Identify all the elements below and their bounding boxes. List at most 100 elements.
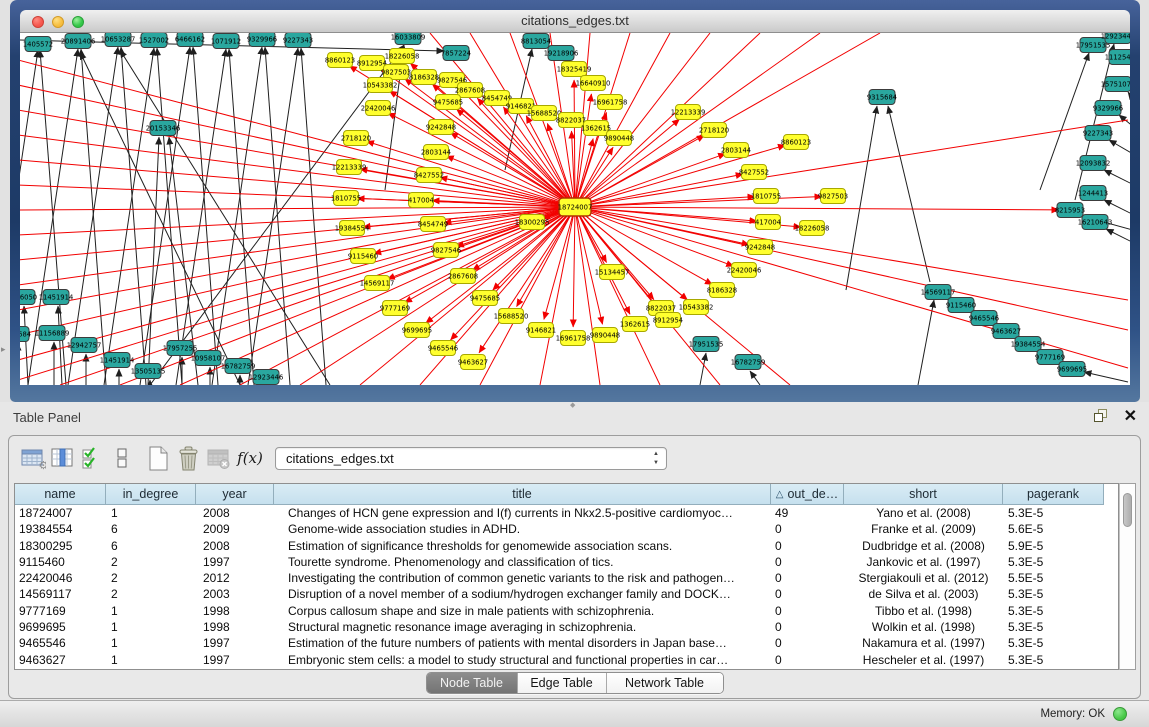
table-row[interactable]: 1872400712008Changes of HCN gene express… <box>15 505 1118 521</box>
tab-edge-table[interactable]: Edge Table <box>518 673 607 693</box>
graph-node[interactable]: 10653287 <box>101 33 136 47</box>
network-canvas[interactable]: 1405572208914061065328715270026466162107… <box>20 33 1130 385</box>
graph-edge[interactable] <box>20 207 575 210</box>
graph-edge[interactable] <box>265 47 290 385</box>
graph-node[interactable]: 17957255 <box>163 341 198 356</box>
tab-network-table[interactable]: Network Table <box>607 673 723 693</box>
graph-node[interactable]: 1244413 <box>1078 186 1108 201</box>
function-builder-button[interactable]: f(x) <box>233 449 267 467</box>
table-row[interactable]: 946362711997Embryonic stem cells: a mode… <box>15 652 1118 668</box>
graph-node[interactable]: 15134457 <box>595 265 630 280</box>
graph-node[interactable]: 16210643 <box>1078 215 1113 230</box>
table-row[interactable]: 977716911998Corpus callosum shape and si… <box>15 603 1118 619</box>
graph-node[interactable]: 8427552 <box>414 168 444 183</box>
graph-edge[interactable] <box>888 106 930 282</box>
graph-node[interactable]: 9890448 <box>604 131 634 146</box>
graph-node[interactable]: 9465546 <box>428 341 458 356</box>
graph-node[interactable]: 14569117 <box>360 276 395 291</box>
graph-node[interactable]: 9827503 <box>818 189 848 204</box>
graph-node[interactable]: 417004 <box>755 215 781 230</box>
graph-node[interactable]: 10543382 <box>363 78 398 93</box>
graph-node[interactable]: 16961758 <box>593 95 628 110</box>
graph-node[interactable]: 18300295 <box>515 215 550 230</box>
graph-node[interactable]: 1810755 <box>751 189 781 204</box>
graph-edge[interactable] <box>229 49 254 385</box>
graph-node[interactable]: 8215953 <box>1055 203 1085 218</box>
graph-node[interactable]: 12093832 <box>1076 156 1111 171</box>
graph-node[interactable]: 18325419 <box>557 62 592 77</box>
table-disabled-button[interactable] <box>203 444 233 472</box>
graph-node[interactable]: 12213339 <box>671 105 706 120</box>
graph-node[interactable]: 9465546 <box>969 311 999 326</box>
graph-edge[interactable] <box>575 154 726 207</box>
graph-node[interactable]: 19384554 <box>335 221 370 236</box>
table-row[interactable]: 1456911722003Disruption of a novel membe… <box>15 586 1118 602</box>
graph-edge[interactable] <box>80 52 240 385</box>
graph-edge[interactable] <box>846 106 877 290</box>
graph-node[interactable]: 16640910 <box>576 76 611 91</box>
column-header-year[interactable]: year <box>196 484 274 505</box>
graph-node[interactable]: 8813054 <box>521 34 551 49</box>
graph-node[interactable]: 2718120 <box>341 131 371 146</box>
graph-node[interactable]: 1405572 <box>23 37 53 52</box>
graph-node[interactable]: 2867608 <box>448 269 478 284</box>
graph-node[interactable]: 9315684 <box>20 327 31 342</box>
graph-node[interactable]: 9463627 <box>991 324 1021 339</box>
graph-edge[interactable] <box>120 50 330 385</box>
column-header-title[interactable]: title <box>274 484 771 505</box>
graph-edge[interactable] <box>1119 115 1130 132</box>
column-header-short[interactable]: short <box>844 484 1003 505</box>
graph-node[interactable]: 1362615 <box>620 317 650 332</box>
graph-edge[interactable] <box>918 300 934 385</box>
graph-edge[interactable] <box>20 207 575 235</box>
graph-edge[interactable] <box>575 207 1059 210</box>
scrollbar-thumb[interactable] <box>1123 493 1132 527</box>
graph-node[interactable]: 11451914 <box>39 290 74 305</box>
graph-node[interactable]: 12923446 <box>1101 33 1130 44</box>
graph-node[interactable]: 9475685 <box>433 95 463 110</box>
graph-node[interactable]: 15751074 <box>1101 77 1130 92</box>
graph-node[interactable]: 8912954 <box>653 313 683 328</box>
table-column-button[interactable] <box>47 444 77 472</box>
close-panel-icon[interactable]: ✕ <box>1124 406 1137 426</box>
graph-node[interactable]: 19218906 <box>544 46 579 61</box>
graph-node[interactable]: 8186328 <box>707 283 737 298</box>
graph-node[interactable]: 18226058 <box>385 49 420 64</box>
network-graph-svg[interactable]: 1405572208914061065328715270026466162107… <box>20 33 1130 385</box>
column-header-out_degree[interactable]: △out_de… <box>771 484 844 505</box>
graph-node[interactable]: 2803144 <box>721 143 751 158</box>
graph-edge[interactable] <box>24 306 28 385</box>
table-settings-button[interactable]: ⚙ <box>17 444 47 472</box>
table-row[interactable]: 1938455462009Genome-wide association stu… <box>15 521 1118 537</box>
graph-edge[interactable] <box>20 160 575 207</box>
graph-node[interactable]: 9227343 <box>283 33 313 48</box>
graph-node[interactable]: 9242848 <box>745 240 775 255</box>
graph-node[interactable]: 18226058 <box>795 221 830 236</box>
graph-node[interactable]: 9699695 <box>1057 362 1087 377</box>
table-row[interactable]: 1830029562008Estimation of significance … <box>15 538 1118 554</box>
graph-node[interactable]: 12942757 <box>67 338 102 353</box>
graph-node[interactable]: 20891406 <box>61 34 96 49</box>
new-document-button[interactable] <box>143 444 173 472</box>
graph-node[interactable]: 417004 <box>408 193 434 208</box>
graph-node[interactable]: 8186328 <box>409 70 439 85</box>
graph-node[interactable]: 9242848 <box>426 120 456 135</box>
graph-edge[interactable] <box>575 33 880 207</box>
graph-edge[interactable] <box>301 48 326 385</box>
graph-edge[interactable] <box>700 353 706 385</box>
graph-edge[interactable] <box>212 47 262 385</box>
graph-edge[interactable] <box>1109 140 1130 158</box>
graph-node[interactable]: 11156889 <box>35 326 70 341</box>
graph-edge[interactable] <box>750 371 760 385</box>
graph-node[interactable]: 6466162 <box>175 33 205 47</box>
column-checklist-button[interactable] <box>77 444 107 472</box>
graph-node[interactable]: 16033809 <box>391 33 426 45</box>
float-panel-icon[interactable] <box>1094 409 1109 424</box>
graph-edge[interactable] <box>150 45 404 385</box>
graph-edge[interactable] <box>575 120 1128 207</box>
graph-node[interactable]: 8454749 <box>418 217 448 232</box>
graph-node[interactable]: 20153346 <box>146 121 181 136</box>
graph-node[interactable]: 18724007 <box>558 198 593 216</box>
graph-node[interactable]: 10543382 <box>679 300 714 315</box>
graph-edge[interactable] <box>1128 92 1130 108</box>
